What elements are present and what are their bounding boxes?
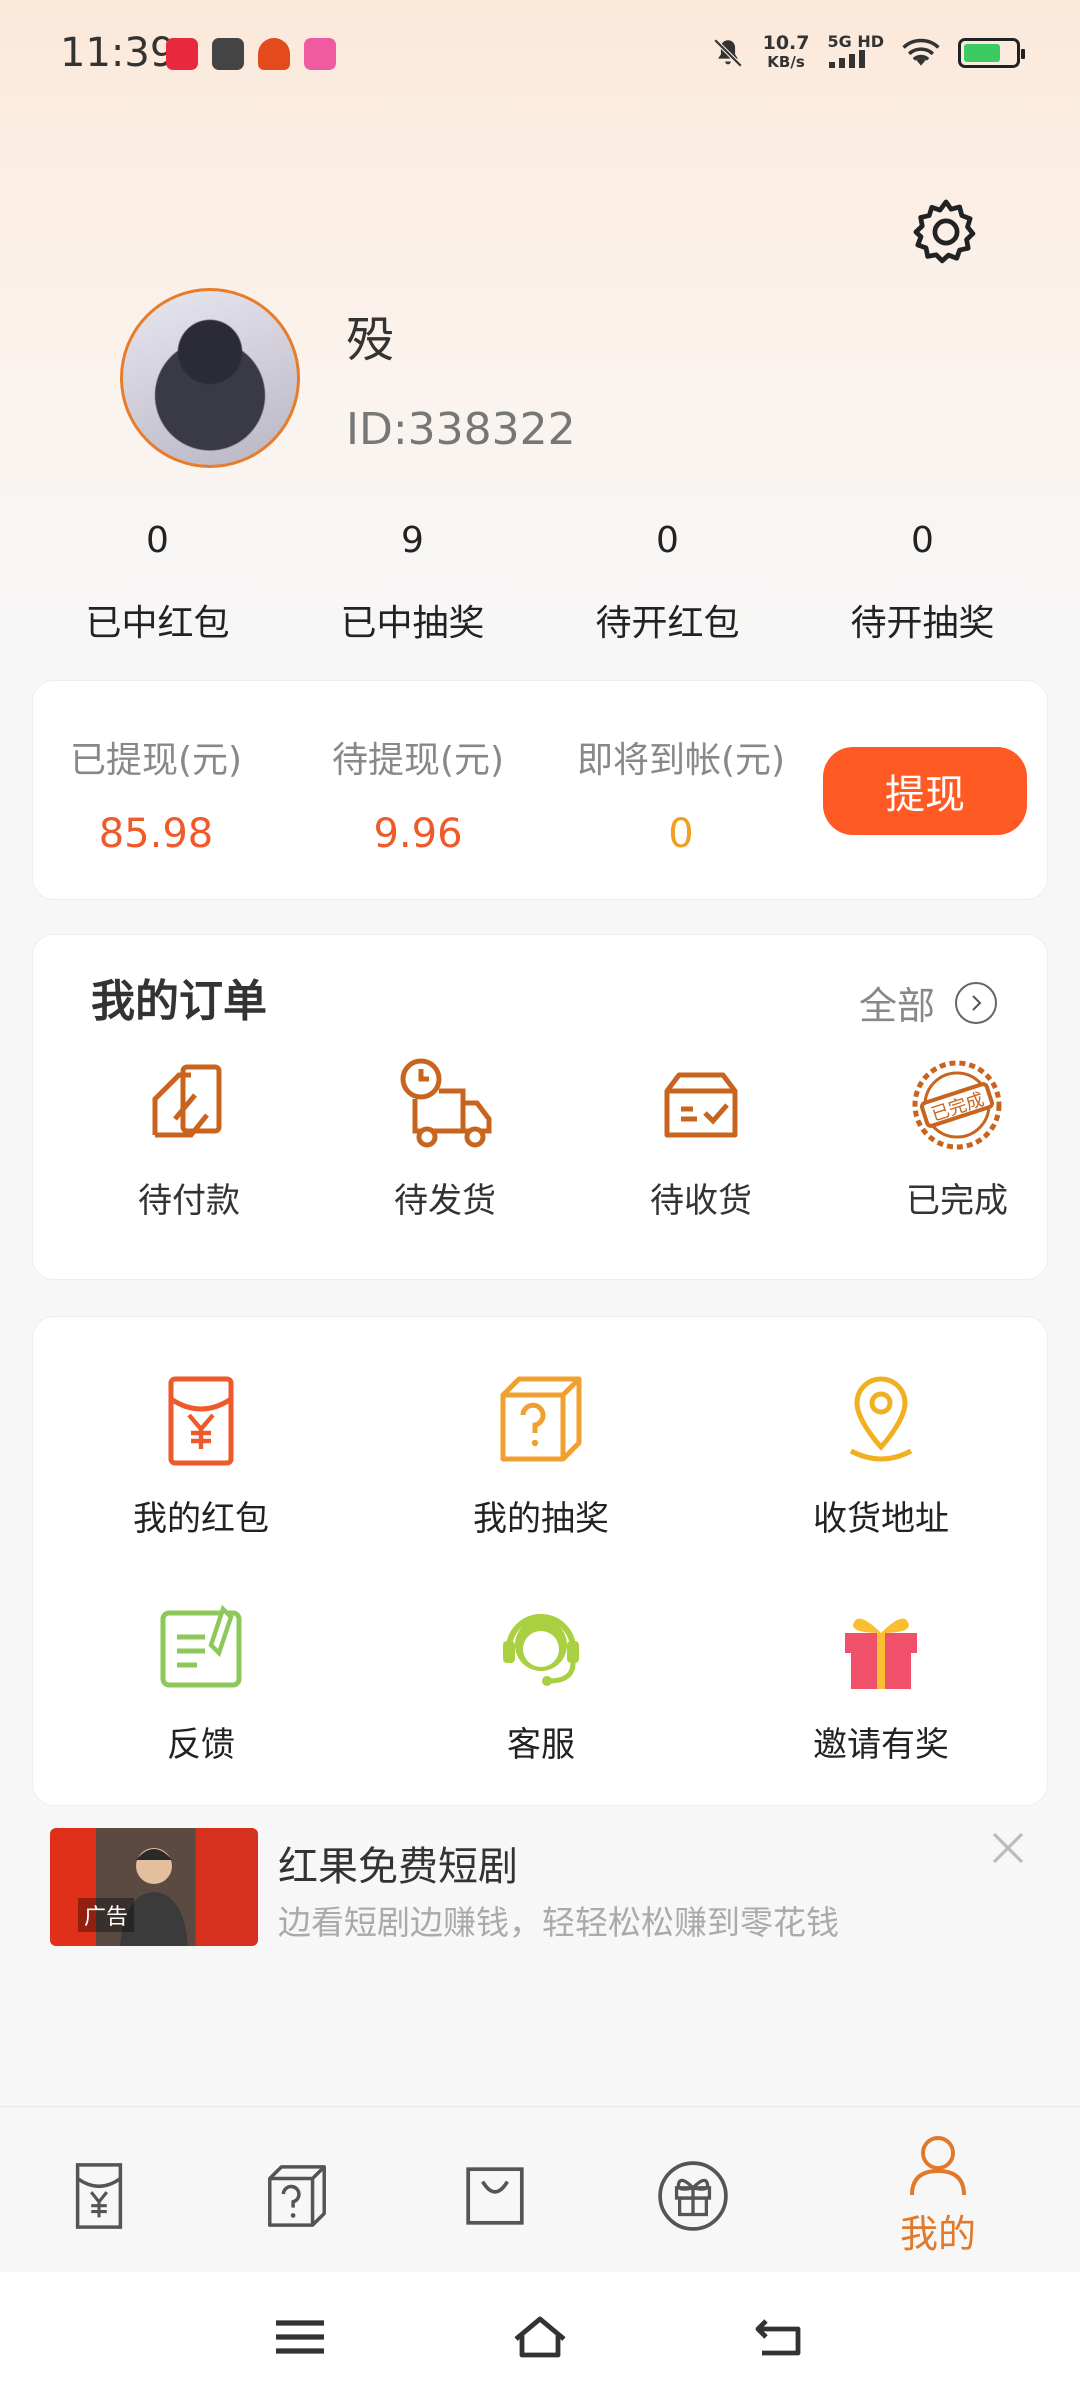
card-payment-icon [152, 1064, 222, 1138]
message-icon [212, 38, 244, 70]
service-my-lottery[interactable]: 我的抽奖 [421, 1371, 661, 1540]
stat-red-envelopes-won[interactable]: 0 已中红包 [30, 520, 285, 646]
arriving-amount: 即将到帐(元) 0 [576, 740, 786, 857]
notification-app-icon [166, 38, 198, 70]
service-shipping-address[interactable]: 收货地址 [761, 1371, 1001, 1540]
system-nav-bar [0, 2272, 1080, 2400]
stats-row: 0 已中红包 9 已中抽奖 0 待开红包 0 待开抽奖 [30, 520, 1050, 646]
ad-banner[interactable]: 广告 红果免费短剧 边看短剧边赚钱，轻轻松松赚到零花钱 [50, 1828, 1030, 1948]
delivery-truck-icon [400, 1058, 492, 1148]
bottom-tab-bar: 我的 [0, 2106, 1080, 2272]
completed-stamp-icon: 已完成 [912, 1060, 1002, 1150]
red-envelope-icon [168, 1376, 234, 1466]
username: 殁 [346, 312, 395, 368]
user-profile-icon [910, 2136, 966, 2196]
view-all-orders[interactable]: 全部 [859, 975, 997, 1030]
notification-icons [166, 38, 336, 70]
status-time: 11:39 [60, 30, 176, 76]
ad-thumbnail[interactable]: 广告 [50, 1828, 258, 1946]
order-pending-shipment[interactable]: 待发货 [365, 1055, 525, 1222]
order-pending-receipt[interactable]: 待收货 [621, 1055, 781, 1222]
gift-icon [845, 1618, 917, 1689]
app-icon [258, 38, 290, 70]
wifi-icon [902, 38, 940, 66]
back-icon[interactable] [750, 2312, 810, 2362]
network-speed: 10.7 KB/s [762, 32, 810, 72]
tab-mine[interactable]: 我的 [878, 2133, 998, 2258]
ad-badge: 广告 [78, 1898, 135, 1932]
tab-gifts[interactable] [648, 2151, 738, 2241]
package-box-icon [664, 1072, 738, 1138]
mystery-box-icon [500, 1376, 582, 1462]
pending-amount: 待提现(元) 9.96 [331, 740, 505, 857]
gift-circle-icon [658, 2161, 728, 2231]
service-my-red-envelopes[interactable]: 我的红包 [81, 1371, 321, 1540]
stat-lotteries-won[interactable]: 9 已中抽奖 [285, 520, 540, 646]
order-completed[interactable]: 已完成 已完成 [877, 1055, 1037, 1222]
tab-red-envelope[interactable] [54, 2151, 144, 2241]
shopping-bag-icon [466, 2167, 524, 2225]
settings-gear-icon[interactable] [908, 194, 984, 270]
mystery-box-tab-icon [268, 2165, 326, 2227]
services-card: 我的红包 我的抽奖 收货地址 反馈 客服 邀请有奖 [32, 1316, 1048, 1806]
status-bar: 11:39 10.7 KB/s 5G HD [0, 0, 1080, 110]
service-customer-support[interactable]: 客服 [421, 1597, 661, 1766]
stat-lotteries-to-open[interactable]: 0 待开抽奖 [795, 520, 1050, 646]
close-icon[interactable] [988, 1828, 1028, 1868]
menu-icon[interactable] [270, 2312, 330, 2362]
signal-icon: 5G HD [827, 34, 884, 72]
red-envelope-tab-icon [75, 2163, 123, 2229]
order-pending-payment[interactable]: 待付款 [109, 1055, 269, 1222]
customer-service-icon [503, 1614, 579, 1686]
service-feedback[interactable]: 反馈 [81, 1597, 321, 1766]
service-invite-rewards[interactable]: 邀请有奖 [761, 1597, 1001, 1766]
status-indicators: 10.7 KB/s 5G HD [711, 32, 1025, 72]
ad-title: 红果免费短剧 [278, 1844, 518, 1890]
ad-description: 边看短剧边赚钱，轻轻松松赚到零花钱 [278, 1903, 839, 1942]
tab-lottery[interactable] [252, 2151, 342, 2241]
wallet-card: 已提现(元) 85.98 待提现(元) 9.96 即将到帐(元) 0 提现 [32, 680, 1048, 900]
orders-card: 我的订单 全部 待付款 待发货 待收货 已完成 已完成 [32, 934, 1048, 1280]
withdraw-button[interactable]: 提现 [823, 747, 1027, 835]
app-icon [304, 38, 336, 70]
battery-icon [958, 38, 1025, 68]
stat-envelopes-to-open[interactable]: 0 待开红包 [540, 520, 795, 646]
avatar[interactable] [120, 288, 300, 468]
location-pin-icon [849, 1376, 913, 1462]
home-icon[interactable] [510, 2312, 570, 2362]
withdrawn-amount: 已提现(元) 85.98 [69, 740, 243, 857]
feedback-icon [160, 1604, 242, 1688]
mute-bell-icon [713, 38, 742, 68]
tab-shop[interactable] [450, 2151, 540, 2241]
chevron-right-icon [955, 981, 997, 1024]
tab-mine-label: 我的 [899, 2212, 976, 2256]
orders-title: 我的订单 [91, 976, 267, 1027]
user-id: ID:338322 [346, 404, 576, 455]
